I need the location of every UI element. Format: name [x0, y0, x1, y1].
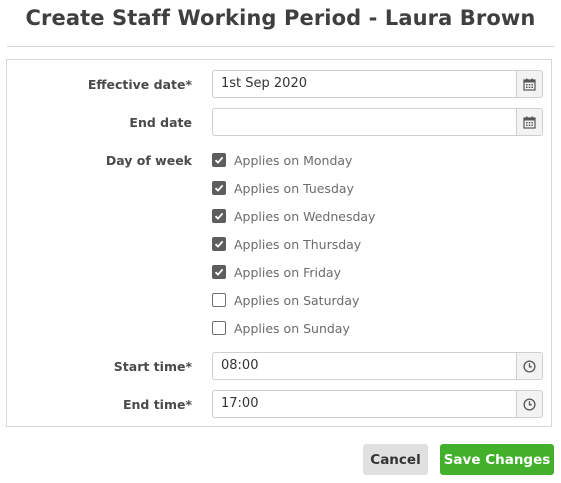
cancel-button[interactable]: Cancel [363, 444, 428, 475]
end-date-value[interactable] [213, 109, 516, 135]
checkbox-label: Applies on Sunday [234, 320, 350, 336]
checkbox-box[interactable] [212, 293, 226, 307]
checkbox-label: Applies on Monday [234, 152, 353, 168]
effective-date-value[interactable]: 1st Sep 2020 [213, 71, 516, 97]
start-time-field[interactable]: 08:00 [212, 352, 543, 380]
checkbox-label: Applies on Saturday [234, 292, 360, 308]
end-time-field[interactable]: 17:00 [212, 390, 543, 418]
end-time-label: End time* [122, 397, 192, 412]
day-of-week-label: Day of week [105, 153, 192, 168]
checkbox-box[interactable] [212, 181, 226, 195]
end-date-field[interactable] [212, 108, 543, 136]
checkbox-box[interactable] [212, 237, 226, 251]
checkbox-label: Applies on Friday [234, 264, 341, 280]
checkbox-saturday[interactable]: Applies on Saturday [212, 291, 359, 309]
checkbox-box[interactable] [212, 265, 226, 279]
end-date-label: End date [129, 115, 192, 130]
clock-icon[interactable] [516, 353, 542, 379]
title-divider [7, 46, 554, 47]
dialog-title: Create Staff Working Period - Laura Brow… [25, 6, 536, 30]
start-time-value[interactable]: 08:00 [213, 353, 516, 379]
checkbox-box[interactable] [212, 321, 226, 335]
checkbox-label: Applies on Thursday [234, 236, 362, 252]
effective-date-field[interactable]: 1st Sep 2020 [212, 70, 543, 98]
end-time-value[interactable]: 17:00 [213, 391, 516, 417]
checkbox-box[interactable] [212, 153, 226, 167]
effective-date-label: Effective date* [87, 77, 192, 92]
checkbox-thursday[interactable]: Applies on Thursday [212, 235, 361, 253]
checkbox-monday[interactable]: Applies on Monday [212, 151, 352, 169]
calendar-icon[interactable] [516, 109, 542, 135]
checkbox-label: Applies on Wednesday [234, 208, 376, 224]
save-changes-button[interactable]: Save Changes [440, 444, 554, 475]
clock-icon[interactable] [516, 391, 542, 417]
calendar-icon[interactable] [516, 71, 542, 97]
checkbox-wednesday[interactable]: Applies on Wednesday [212, 207, 375, 225]
checkbox-box[interactable] [212, 209, 226, 223]
checkbox-friday[interactable]: Applies on Friday [212, 263, 341, 281]
start-time-label: Start time* [113, 359, 192, 374]
checkbox-label: Applies on Tuesday [234, 180, 354, 196]
checkbox-sunday[interactable]: Applies on Sunday [212, 319, 350, 337]
checkbox-tuesday[interactable]: Applies on Tuesday [212, 179, 354, 197]
